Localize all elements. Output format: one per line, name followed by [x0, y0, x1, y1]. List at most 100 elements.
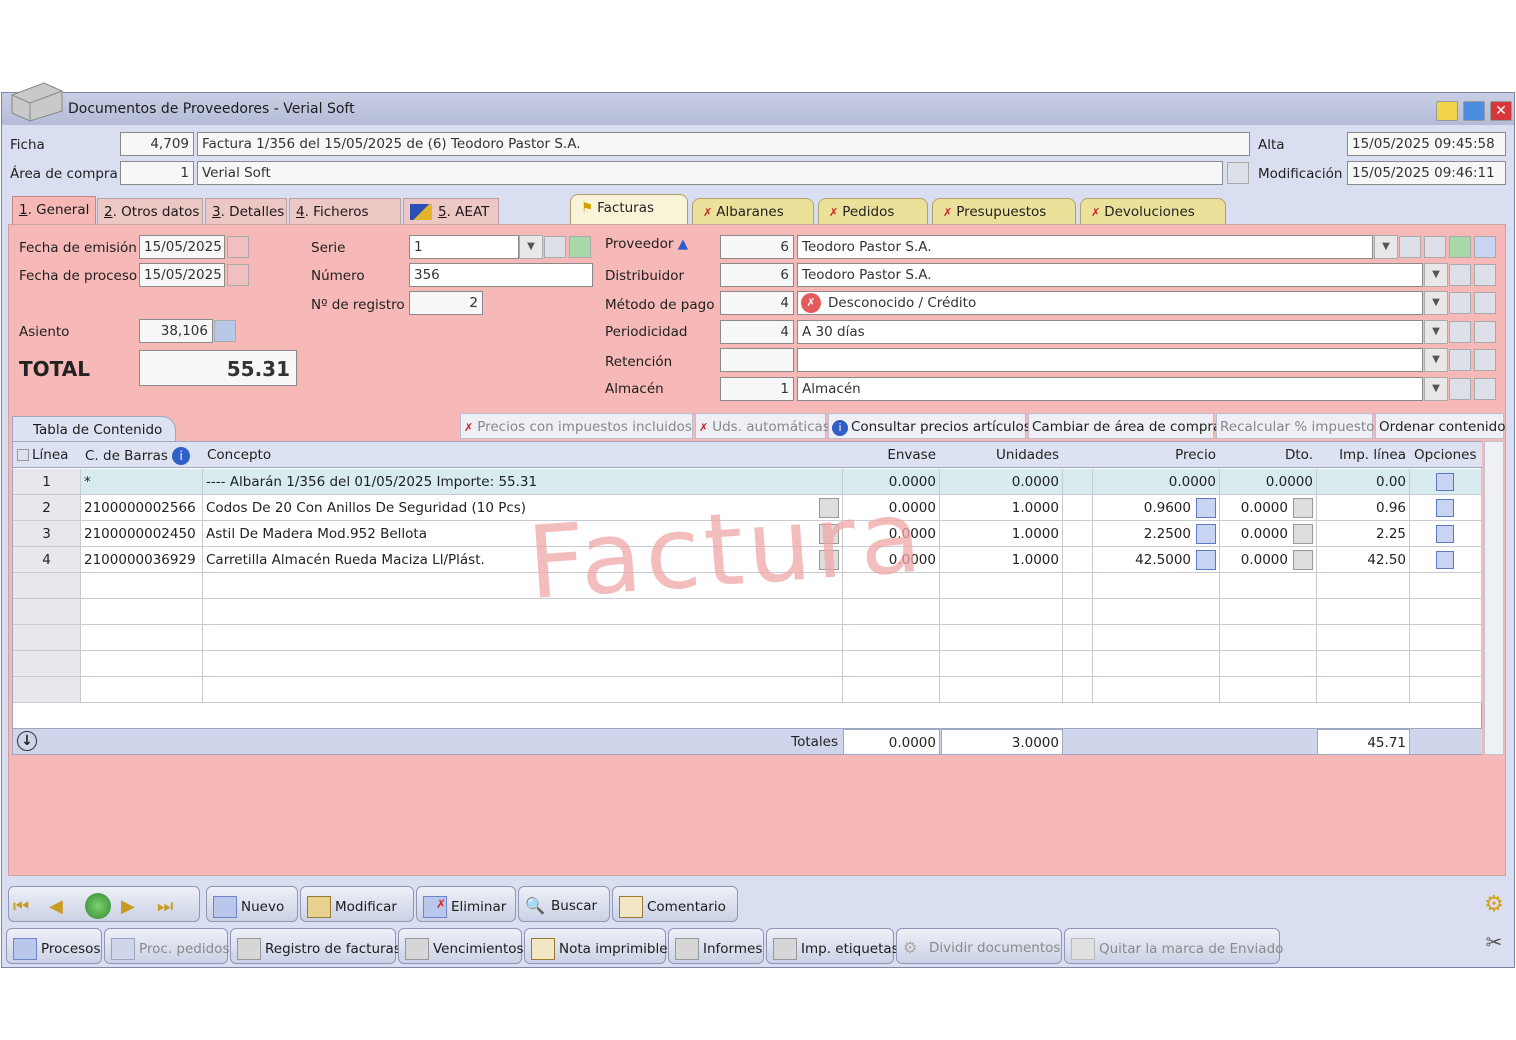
lookup-icon[interactable] [1474, 349, 1496, 371]
cell-spacer[interactable] [1063, 521, 1093, 547]
col-envase[interactable]: Envase [843, 442, 940, 468]
fecha-proceso-field[interactable]: 15/05/2025 [139, 263, 225, 287]
cell-unidades[interactable]: 1.0000 [940, 495, 1063, 521]
informes-button[interactable]: Informes [668, 928, 764, 964]
cell-linea[interactable]: 2 [13, 495, 81, 521]
chevron-down-icon[interactable]: ▼ [1424, 377, 1448, 401]
cell-envase[interactable]: 0.0000 [843, 469, 940, 495]
registro-field[interactable]: 2 [409, 291, 483, 315]
cell-imp-linea[interactable]: 42.50 [1317, 547, 1410, 573]
procesos-button[interactable]: Procesos [6, 928, 102, 964]
previous-record-icon[interactable]: ◀ [49, 896, 81, 917]
options-edit-icon[interactable] [1436, 473, 1454, 491]
table-scrollbar[interactable] [1484, 441, 1504, 755]
maximize-button[interactable] [1463, 101, 1485, 121]
search-icon[interactable] [1449, 321, 1471, 343]
chevron-down-icon[interactable]: ▼ [519, 235, 543, 259]
cell-barras[interactable]: 2100000002450 [81, 521, 203, 547]
cell-unidades[interactable]: 1.0000 [940, 547, 1063, 573]
precios-impuestos-button[interactable]: ✗ Precios con impuestos incluidos [460, 413, 693, 439]
price-edit-icon[interactable] [1196, 498, 1216, 518]
price-edit-icon[interactable] [1196, 524, 1216, 544]
lock-icon[interactable] [227, 236, 249, 258]
tab-general[interactable]: 1. General [12, 196, 96, 224]
modificar-button[interactable]: Modificar [300, 886, 414, 922]
cell-concepto[interactable]: Codos De 20 Con Anillos De Seguridad (10… [203, 495, 843, 521]
almacen-name[interactable]: Almacén [797, 377, 1423, 401]
tab-presupuestos[interactable]: ✗ Presupuestos [932, 198, 1076, 224]
cell-envase[interactable]: 0.0000 [843, 495, 940, 521]
search-icon[interactable] [1449, 349, 1471, 371]
col-imp-linea[interactable]: Imp. línea [1317, 442, 1410, 468]
lookup-icon[interactable] [1474, 264, 1496, 286]
next-record-icon[interactable]: ▶ [121, 896, 153, 917]
cell-spacer[interactable] [1063, 495, 1093, 521]
tab-otros-datos[interactable]: 2. Otros datos [97, 198, 203, 224]
consultar-precios-button[interactable]: i Consultar precios artículos [828, 413, 1031, 439]
cell-concepto[interactable]: ---- Albarán 1/356 del 01/05/2025 Import… [203, 469, 843, 495]
cell-spacer[interactable] [1063, 469, 1093, 495]
proveedor-name[interactable]: Teodoro Pastor S.A. [797, 235, 1373, 259]
distribuidor-code[interactable]: 6 [720, 263, 794, 287]
chevron-down-icon[interactable]: ▼ [1374, 235, 1398, 259]
chevron-down-icon[interactable]: ▼ [1424, 263, 1448, 287]
search-icon[interactable] [1449, 264, 1471, 286]
col-precio[interactable]: Precio [1093, 442, 1220, 468]
options-edit-icon[interactable] [1436, 499, 1454, 517]
asiento-view-icon[interactable] [214, 320, 236, 342]
globe-icon[interactable] [85, 893, 111, 919]
retencion-code[interactable] [720, 348, 794, 372]
checkbox-icon[interactable] [17, 449, 29, 461]
ficha-number-field[interactable]: 4,709 [120, 132, 194, 156]
settings-gear-icon[interactable]: ⚙ [1482, 893, 1506, 917]
tab-detalles[interactable]: 3. Detalles [205, 198, 287, 224]
arrow-down-icon[interactable]: ↓ [17, 731, 37, 751]
proc-pedidos-button[interactable]: Proc. pedidos [104, 928, 229, 964]
nota-imprimible-button[interactable]: Nota imprimible [524, 928, 668, 964]
imp-etiquetas-button[interactable]: Imp. etiquetas [766, 928, 899, 964]
search-icon[interactable] [1449, 378, 1471, 400]
lookup-icon[interactable] [1474, 321, 1496, 343]
area-number-field[interactable]: 1 [120, 161, 194, 185]
cell-concepto[interactable]: Carretilla Almacén Rueda Maciza Ll/Plást… [203, 547, 843, 573]
cell-imp-linea[interactable]: 0.00 [1317, 469, 1410, 495]
concept-lookup-icon[interactable] [819, 524, 839, 544]
cell-envase[interactable]: 0.0000 [843, 521, 940, 547]
metodo-pago-code[interactable]: 4 [720, 291, 794, 315]
comentario-button[interactable]: Comentario [612, 886, 738, 922]
lookup-icon[interactable] [1424, 236, 1446, 258]
cell-spacer[interactable] [1063, 547, 1093, 573]
discount-lookup-icon[interactable] [1293, 550, 1313, 570]
col-opciones[interactable]: Opciones [1410, 442, 1482, 468]
options-edit-icon[interactable] [1436, 551, 1454, 569]
chevron-down-icon[interactable]: ▼ [1424, 320, 1448, 344]
tab-ficheros[interactable]: 4. Ficheros [289, 198, 401, 224]
chevron-down-icon[interactable]: ▼ [1424, 291, 1448, 315]
tab-devoluciones[interactable]: ✗ Devoluciones [1080, 198, 1226, 224]
cell-barras[interactable]: * [81, 469, 203, 495]
proveedor-code[interactable]: 6 [720, 235, 794, 259]
serie-lookup-icon[interactable] [544, 236, 566, 258]
last-record-icon[interactable]: ⏭ [157, 896, 181, 917]
asiento-field[interactable]: 38,106 [139, 319, 213, 343]
vencimientos-button[interactable]: Vencimientos [398, 928, 524, 964]
cell-imp-linea[interactable]: 0.96 [1317, 495, 1410, 521]
col-barras[interactable]: C. de Barras i [81, 442, 203, 468]
distribuidor-name[interactable]: Teodoro Pastor S.A. [797, 263, 1423, 287]
lookup-icon[interactable] [1474, 292, 1496, 314]
uds-automaticas-button[interactable]: ✗ Uds. automáticas [695, 413, 830, 439]
col-linea[interactable]: Línea [13, 442, 81, 468]
periodicidad-code[interactable]: 4 [720, 320, 794, 344]
cell-unidades[interactable]: 1.0000 [940, 521, 1063, 547]
cell-envase[interactable]: 0.0000 [843, 547, 940, 573]
cambiar-area-button[interactable]: Cambiar de área de compra [1028, 413, 1221, 439]
almacen-code[interactable]: 1 [720, 377, 794, 401]
chevron-down-icon[interactable]: ▼ [1424, 348, 1448, 372]
col-dto[interactable]: Dto. [1220, 442, 1317, 468]
tab-pedidos[interactable]: ✗ Pedidos [818, 198, 928, 224]
numero-field[interactable]: 356 [409, 263, 593, 287]
cell-precio[interactable]: 0.0000 [1093, 469, 1220, 495]
registro-facturas-button[interactable]: Registro de facturas [230, 928, 401, 964]
cell-linea[interactable]: 1 [13, 469, 81, 495]
dividir-documentos-button[interactable]: ⚙ Dividir documentos [896, 928, 1062, 964]
